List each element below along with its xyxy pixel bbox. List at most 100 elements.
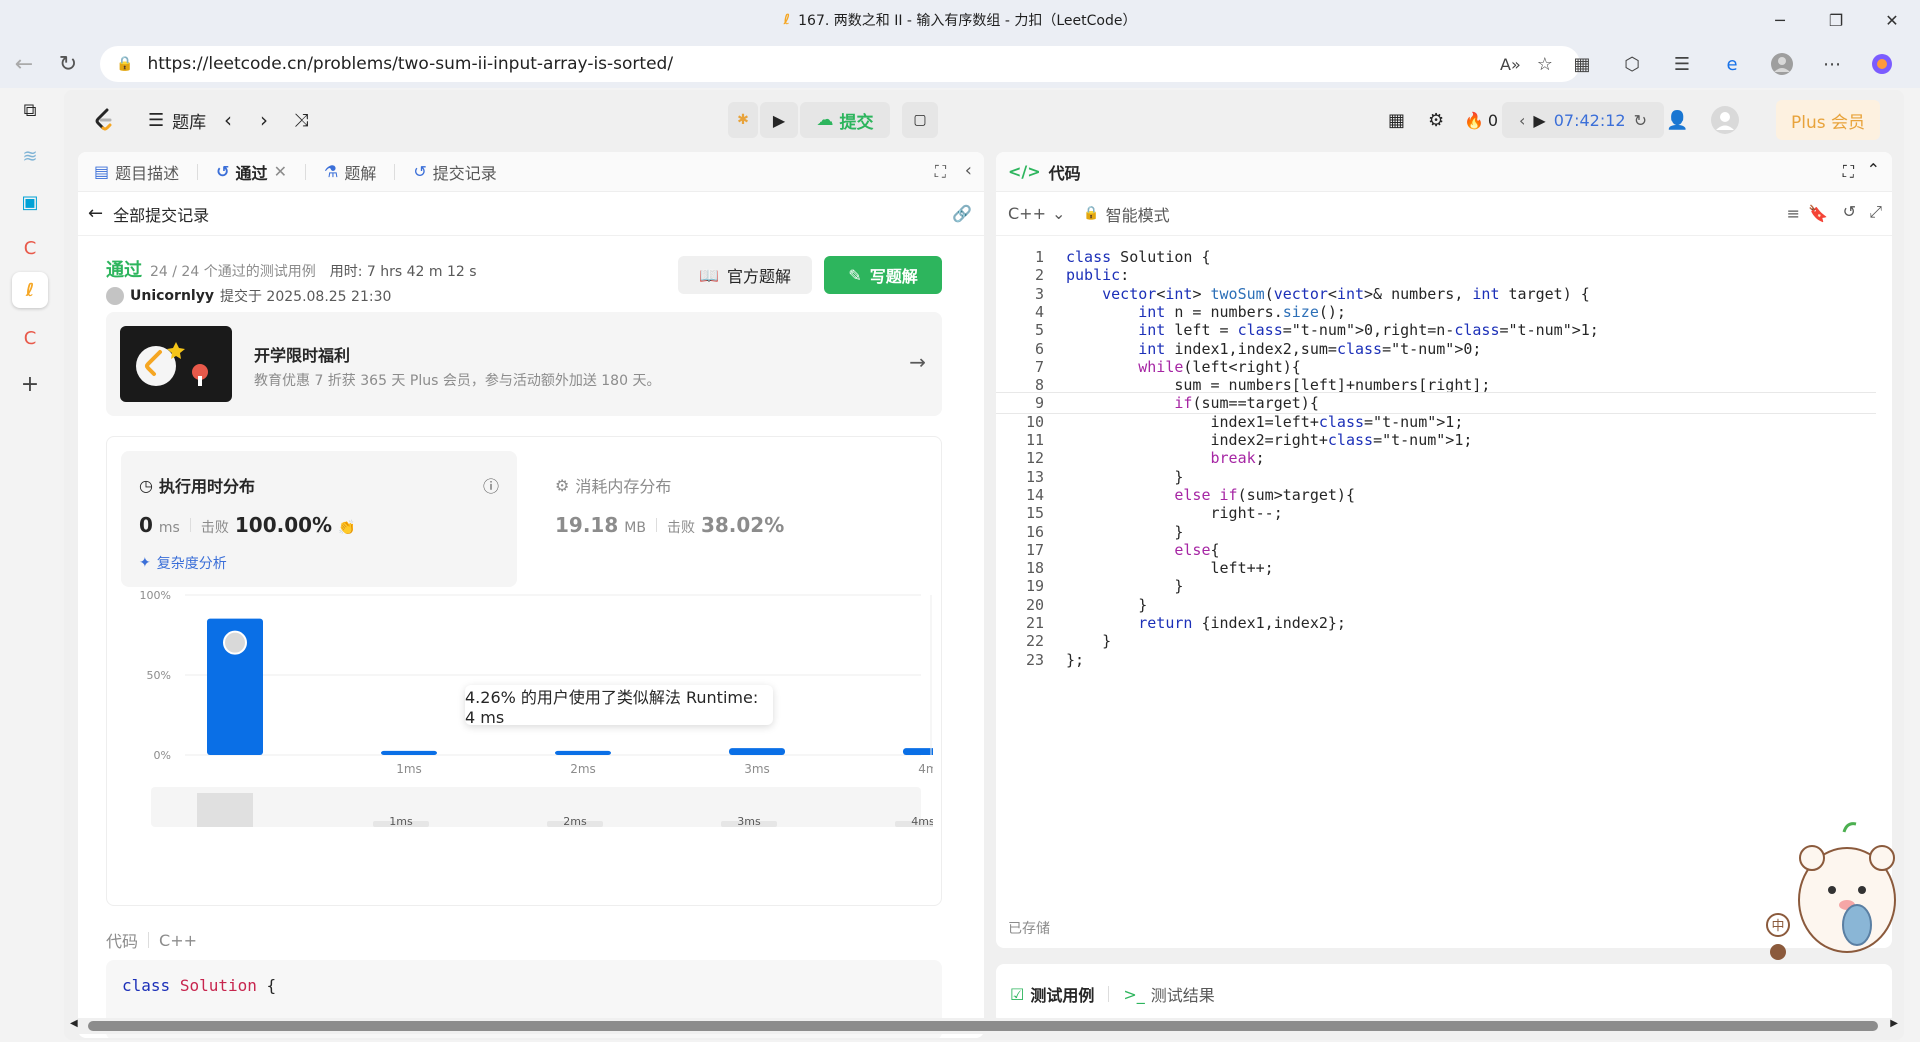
address-bar[interactable]: 🔒 https://leetcode.cn/problems/two-sum-i…: [100, 46, 1580, 82]
avatar[interactable]: [106, 287, 124, 305]
more-options-icon[interactable]: ⋯: [1814, 46, 1850, 82]
username[interactable]: Unicornlyy: [130, 288, 214, 304]
code-lang: C++: [159, 930, 197, 950]
plus-membership-button[interactable]: Plus 会员: [1776, 100, 1880, 140]
chart-bar[interactable]: [729, 748, 785, 755]
timer-reset-icon[interactable]: ↻: [1634, 111, 1647, 130]
tab-actions-icon[interactable]: ⧉: [12, 92, 48, 128]
scroll-right-icon[interactable]: ▶: [1890, 1018, 1898, 1029]
timer-play-icon[interactable]: ▶: [1533, 111, 1545, 130]
prev-problem-icon[interactable]: ‹: [224, 104, 232, 136]
sidebar-app-icon-1[interactable]: ≋: [12, 138, 48, 174]
collapse-left-icon[interactable]: ‹: [965, 160, 972, 181]
collapse-up-icon[interactable]: ⌃: [1867, 160, 1880, 179]
tab-accepted[interactable]: ↺ 通过 ✕: [216, 160, 287, 184]
runtime-card[interactable]: ◷ 执行用时分布 ⓘ 0 ms 击败 100.00% 👏 ✦ 复杂度分析: [121, 451, 517, 587]
official-solution-button[interactable]: 📖 官方题解: [678, 256, 812, 294]
profile-icon[interactable]: [1764, 46, 1800, 82]
time-used: 用时: 7 hrs 42 m 12 s: [329, 264, 477, 280]
chart-bar[interactable]: [555, 750, 611, 755]
favorites-icon[interactable]: ☰: [1664, 46, 1700, 82]
close-icon[interactable]: ✕: [1864, 0, 1920, 40]
timer-widget[interactable]: ‹ ▶ 07:42:12 ↻: [1502, 102, 1664, 138]
leetcode-logo-icon[interactable]: [90, 106, 118, 134]
bug-icon: ✱: [737, 112, 749, 128]
user-avatar[interactable]: [1710, 104, 1740, 136]
extensions-icon[interactable]: ⬡: [1614, 46, 1650, 82]
qr-code-icon[interactable]: ▦: [1564, 46, 1600, 82]
line-content: int index1,index2,sum=class="t-num">0;: [1138, 339, 1482, 358]
info-icon[interactable]: ⓘ: [483, 473, 499, 497]
sidebar-app-icon-bilibili[interactable]: ▣: [12, 184, 48, 220]
page-horizontal-scrollbar[interactable]: ◀ ▶: [64, 1018, 1904, 1034]
chart-bar[interactable]: [903, 748, 933, 755]
line-number: 5: [1034, 321, 1044, 340]
tab-submissions[interactable]: ↺ 提交记录: [413, 160, 496, 184]
timer-collapse-icon[interactable]: ‹: [1519, 111, 1525, 130]
arrow-left-icon: ←: [88, 203, 104, 224]
next-problem-icon[interactable]: ›: [260, 104, 268, 136]
bookmark-icon[interactable]: 🔖: [1808, 204, 1828, 223]
code-label: 代码: [106, 932, 139, 951]
run-button[interactable]: ▶: [760, 102, 798, 138]
add-icon[interactable]: +: [12, 366, 48, 402]
layout-icon[interactable]: ▦: [1388, 104, 1405, 136]
link-icon[interactable]: 🔗: [952, 204, 972, 223]
promo-title: 开学限时福利: [254, 346, 351, 365]
mascot-language-label[interactable]: 中: [1771, 919, 1784, 934]
fullscreen-icon[interactable]: ⛶: [1843, 162, 1854, 182]
write-solution-button[interactable]: ✎ 写题解: [824, 256, 942, 294]
line-number: 10: [1025, 412, 1044, 431]
minimize-icon[interactable]: ─: [1752, 0, 1808, 40]
line-content: left++;: [1066, 559, 1274, 578]
chart-bar[interactable]: [381, 750, 437, 755]
language-select[interactable]: C++ ⌄: [1008, 204, 1065, 223]
random-problem-icon[interactable]: ⤨: [294, 104, 308, 136]
favorite-star-icon[interactable]: ☆: [1537, 54, 1553, 75]
left-tabs: ▤ 题目描述 ↺ 通过 ✕ ⚗ 题解 ↺ 提交记录 ⛶ ‹: [78, 152, 984, 192]
code-line[interactable]: 23};: [996, 649, 1876, 671]
sidebar-app-icon-c1[interactable]: C: [12, 230, 48, 266]
reset-icon[interactable]: ↺: [1843, 202, 1856, 221]
invite-user-icon[interactable]: 👤: [1666, 104, 1688, 136]
browser-sidebar: ⧉ ≋ ▣ C ℓ C +: [0, 88, 60, 1042]
smart-mode-toggle[interactable]: 🔒 智能模式: [1083, 202, 1169, 226]
saved-status: 已存储: [1008, 921, 1050, 937]
back-to-submissions[interactable]: ← 全部提交记录 🔗: [78, 192, 984, 236]
memory-card[interactable]: ⚙ 消耗内存分布 19.18 MB 击败 38.02%: [537, 451, 933, 587]
problem-list-button[interactable]: ☰ 题库: [148, 104, 206, 136]
settings-gear-icon[interactable]: ⚙: [1428, 104, 1444, 136]
smart-mode-label: 智能模式: [1105, 205, 1170, 225]
debug-button[interactable]: ✱: [728, 102, 758, 138]
divider: [148, 932, 150, 948]
tab-description[interactable]: ▤ 题目描述: [94, 160, 179, 184]
copilot-icon[interactable]: [1864, 46, 1900, 82]
sidebar-app-icon-leetcode[interactable]: ℓ: [12, 272, 48, 308]
tab-testcase[interactable]: ☑ 测试用例: [1010, 982, 1094, 1006]
refresh-icon[interactable]: ↻: [48, 44, 88, 84]
tab-test-result[interactable]: >_ 测试结果: [1123, 982, 1214, 1006]
mascot-widget[interactable]: 中: [1752, 810, 1902, 960]
tab-solutions[interactable]: ⚗ 题解: [324, 160, 376, 184]
notes-button[interactable]: ▢: [902, 102, 938, 138]
format-icon[interactable]: ≡: [1787, 204, 1800, 223]
tab-close-icon[interactable]: ✕: [274, 162, 287, 181]
read-aloud-icon[interactable]: A»: [1500, 55, 1521, 74]
complexity-analysis-link[interactable]: ✦ 复杂度分析: [139, 553, 227, 573]
submit-button[interactable]: ☁ 提交: [800, 102, 890, 138]
runtime-distribution-chart[interactable]: 100% 50% 0% 1ms 2ms 3ms 4ms 1ms 2ms 3ms 4ms: [121, 587, 933, 897]
streak-counter[interactable]: 🔥 0: [1464, 104, 1498, 136]
maximize-icon[interactable]: ❐: [1808, 0, 1864, 40]
scroll-left-icon[interactable]: ◀: [70, 1018, 78, 1029]
scroll-thumb[interactable]: [88, 1021, 1878, 1031]
line-number: 19: [1025, 577, 1044, 596]
ie-mode-icon[interactable]: e: [1714, 46, 1750, 82]
runtime-title: ◷ 执行用时分布: [139, 473, 255, 497]
language-label: C++: [1008, 204, 1046, 223]
chart-minimap-label: 1ms: [389, 815, 413, 828]
back-icon[interactable]: ←: [4, 44, 44, 84]
expand-icon[interactable]: ⤢: [1869, 202, 1882, 222]
sidebar-app-icon-c2[interactable]: C: [12, 320, 48, 356]
promo-banner[interactable]: 开学限时福利 教育优惠 7 折获 365 天 Plus 会员，参与活动额外加送 …: [106, 312, 942, 416]
fullscreen-icon[interactable]: ⛶: [935, 162, 946, 182]
